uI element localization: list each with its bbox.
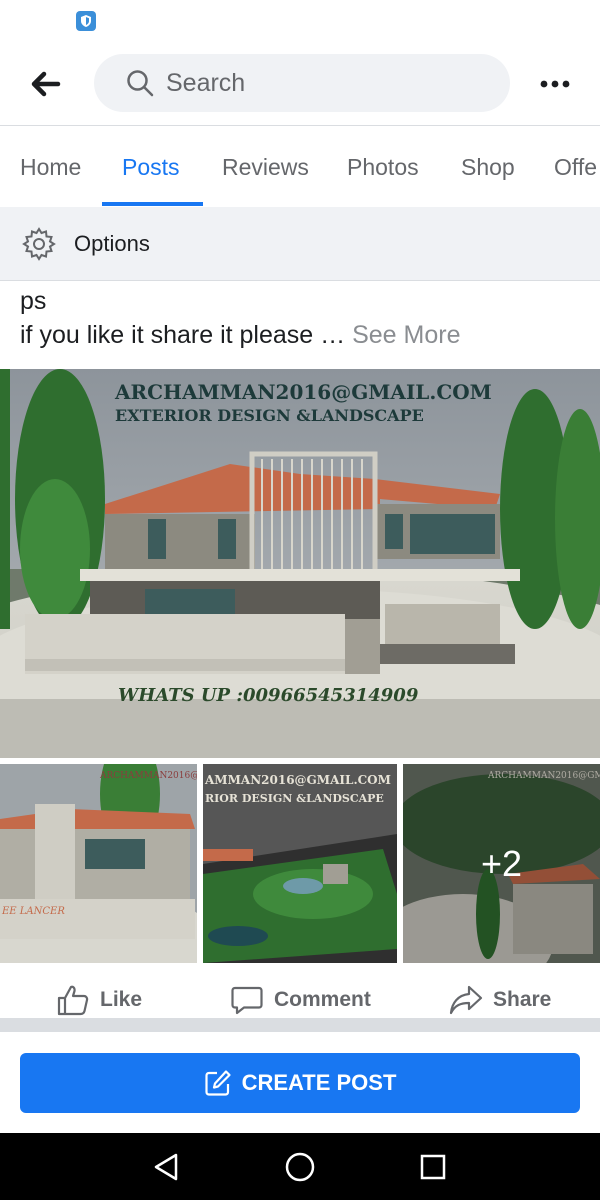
options-bar[interactable]: Options [0,207,600,281]
see-more-link[interactable]: See More [352,321,460,349]
post-main-image[interactable]: ARCHAMMAN2016@GMAIL.COM EXTERIOR DESIGN … [0,369,600,758]
create-post-button[interactable]: CREATE POST [20,1053,580,1113]
post-thumbnail[interactable]: ARCHAMMAN2016@GMAIL.COM EE LANCER [0,764,197,963]
arrow-left-icon [31,71,61,97]
comment-icon [231,986,263,1015]
post-thumbnail[interactable]: AMMAN2016@GMAIL.COM RIOR DESIGN &LANDSCA… [203,764,397,963]
create-post-area: CREATE POST [0,1032,600,1133]
image-email-text: ARCHAMMAN2016@GMAIL.COM [114,380,492,404]
thumb-tagline-text: RIOR DESIGN &LANDSCAPE [205,792,384,805]
nav-back-icon[interactable] [148,1149,184,1185]
thumb-caption-text: EE LANCER [1,906,65,917]
search-bar[interactable] [94,54,510,112]
more-photos-count[interactable]: +2 [403,764,600,963]
like-label: Like [100,988,143,1011]
share-icon [449,985,483,1015]
top-bar [0,40,600,126]
nav-recents-icon[interactable] [415,1149,451,1185]
more-horizontal-icon [540,80,570,88]
tab-offers[interactable]: Offe [554,127,597,207]
svg-text:ARCHAMMAN2016@GMAIL.COM: ARCHAMMAN2016@GMAIL.COM [99,771,197,781]
thumb-email-text: AMMAN2016@GMAIL.COM [204,773,391,787]
status-bar [0,0,600,40]
share-label: Share [493,988,552,1011]
tab-posts[interactable]: Posts [122,127,180,207]
section-divider [0,1018,600,1032]
landscape-render-thumbnail: AMMAN2016@GMAIL.COM RIOR DESIGN &LANDSCA… [203,764,397,963]
tab-shop[interactable]: Shop [461,127,515,207]
house-render-image: ARCHAMMAN2016@GMAIL.COM EXTERIOR DESIGN … [0,369,600,758]
tab-reviews[interactable]: Reviews [222,127,309,207]
system-nav-bar [0,1133,600,1200]
active-tab-indicator [102,202,203,206]
nav-home-icon[interactable] [282,1149,318,1185]
post-thumbnail[interactable]: ARCHAMMAN2016@GMAIL.C +2 [403,764,600,963]
house-render-thumbnail: ARCHAMMAN2016@GMAIL.COM EE LANCER [0,764,197,963]
options-label: Options [74,230,150,256]
tab-home[interactable]: Home [20,127,81,207]
create-post-label: CREATE POST [241,1070,397,1095]
image-tagline-text: EXTERIOR DESIGN &LANDSCAPE [115,406,424,425]
post-text-line: ps [20,287,47,315]
share-button[interactable]: Share [449,982,551,1018]
thumbs-up-icon [57,985,89,1016]
post-text: ps if you like it share it please … See … [20,284,590,352]
tab-photos[interactable]: Photos [347,127,419,207]
edit-icon [204,1070,231,1096]
shield-icon [76,11,96,31]
search-input[interactable] [166,68,466,98]
post-text-line: if you like it share it please … [20,321,353,349]
image-whatsapp-text: WHATS UP :00966545314909 [118,685,419,706]
gear-icon [22,226,56,261]
comment-button[interactable]: Comment [230,982,371,1018]
like-button[interactable]: Like [56,982,142,1018]
page-tabs: Home Posts Reviews Photos Shop Offe [0,127,600,207]
more-button[interactable] [530,66,580,102]
comment-label: Comment [274,988,371,1011]
back-button[interactable] [26,64,66,104]
search-icon [127,70,154,97]
